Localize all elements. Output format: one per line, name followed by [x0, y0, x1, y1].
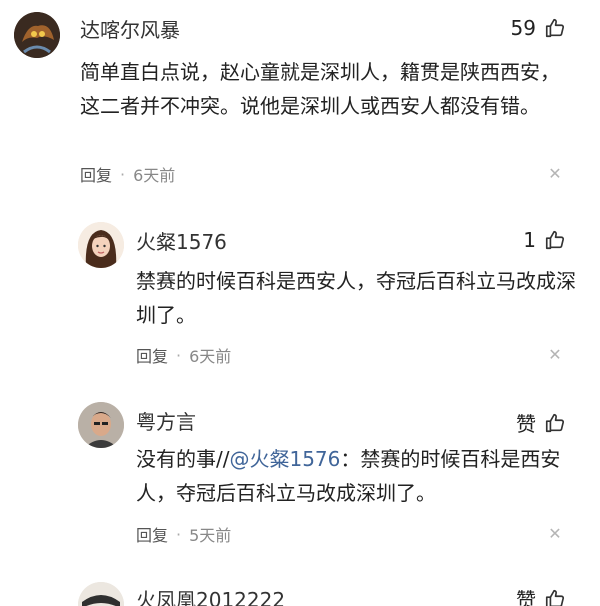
like-label: 赞	[516, 412, 536, 436]
avatar[interactable]	[14, 12, 60, 58]
avatar[interactable]	[78, 402, 124, 448]
close-icon[interactable]: ✕	[548, 166, 562, 182]
like-count: 59	[510, 16, 536, 40]
comment-text: 简单直白点说，赵心童就是深圳人，籍贯是陕西西安，这二者并不冲突。说他是深圳人或西…	[80, 60, 560, 118]
username[interactable]: 火凤凰2012222	[136, 584, 285, 606]
avatar-image-icon	[14, 12, 60, 58]
like-button[interactable]: 赞	[516, 408, 566, 437]
thumbs-up-icon	[545, 413, 565, 432]
like-button[interactable]: 1	[523, 228, 566, 252]
avatar-image-icon	[78, 582, 124, 606]
comment-meta: 回复 · 6天前	[136, 343, 231, 367]
avatar-image-icon	[78, 402, 124, 448]
comment-meta: 回复 · 5天前	[136, 522, 231, 546]
separator-dot: ·	[120, 164, 126, 184]
separator-dot: ·	[176, 524, 182, 544]
comment-item: 粤方言 赞 没有的事//@火粲1576：禁赛的时候百科是西安人，夺冠后百科立马改…	[0, 390, 600, 570]
thumbs-up-icon	[545, 18, 565, 38]
comment-text: 没有的事//@火粲1576：禁赛的时候百科是西安人，夺冠后百科立马改成深圳了。	[136, 442, 576, 510]
reply-button[interactable]: 回复	[80, 162, 112, 186]
timestamp: 6天前	[189, 347, 232, 366]
avatar-image-icon	[78, 222, 124, 268]
comment-text-prefix: 没有的事//	[136, 447, 230, 471]
avatar[interactable]	[78, 582, 124, 606]
username[interactable]: 达喀尔风暴	[80, 14, 180, 43]
thumbs-up-icon	[545, 230, 565, 250]
comment-item: 达喀尔风暴 59 简单直白点说，赵心童就是深圳人，籍贯是陕西西安，这二者并不冲突…	[0, 0, 600, 200]
reply-button[interactable]: 回复	[136, 343, 168, 367]
close-icon[interactable]: ✕	[548, 526, 562, 542]
username[interactable]: 火粲1576	[136, 226, 227, 255]
comment-meta: 回复 · 6天前	[80, 162, 175, 186]
comment-item: 火粲1576 1 禁赛的时候百科是西安人，夺冠后百科立马改成深圳了。 回复 · …	[0, 200, 600, 390]
like-button[interactable]: 59	[511, 16, 566, 40]
comment-item: 火凤凰2012222 赞	[0, 570, 600, 606]
like-count: 1	[523, 228, 536, 252]
separator-dot: ·	[176, 345, 182, 365]
thumbs-up-icon	[545, 589, 565, 606]
reply-button[interactable]: 回复	[136, 522, 168, 546]
avatar[interactable]	[78, 222, 124, 268]
like-label: 赞	[516, 588, 536, 606]
comment-text: 禁赛的时候百科是西安人，夺冠后百科立马改成深圳了。	[136, 269, 576, 327]
mention-link[interactable]: @火粲1576	[229, 447, 340, 471]
timestamp: 6天前	[133, 166, 176, 185]
timestamp: 5天前	[189, 526, 232, 545]
username[interactable]: 粤方言	[136, 406, 196, 435]
like-button[interactable]: 赞	[516, 584, 566, 606]
close-icon[interactable]: ✕	[548, 347, 562, 363]
